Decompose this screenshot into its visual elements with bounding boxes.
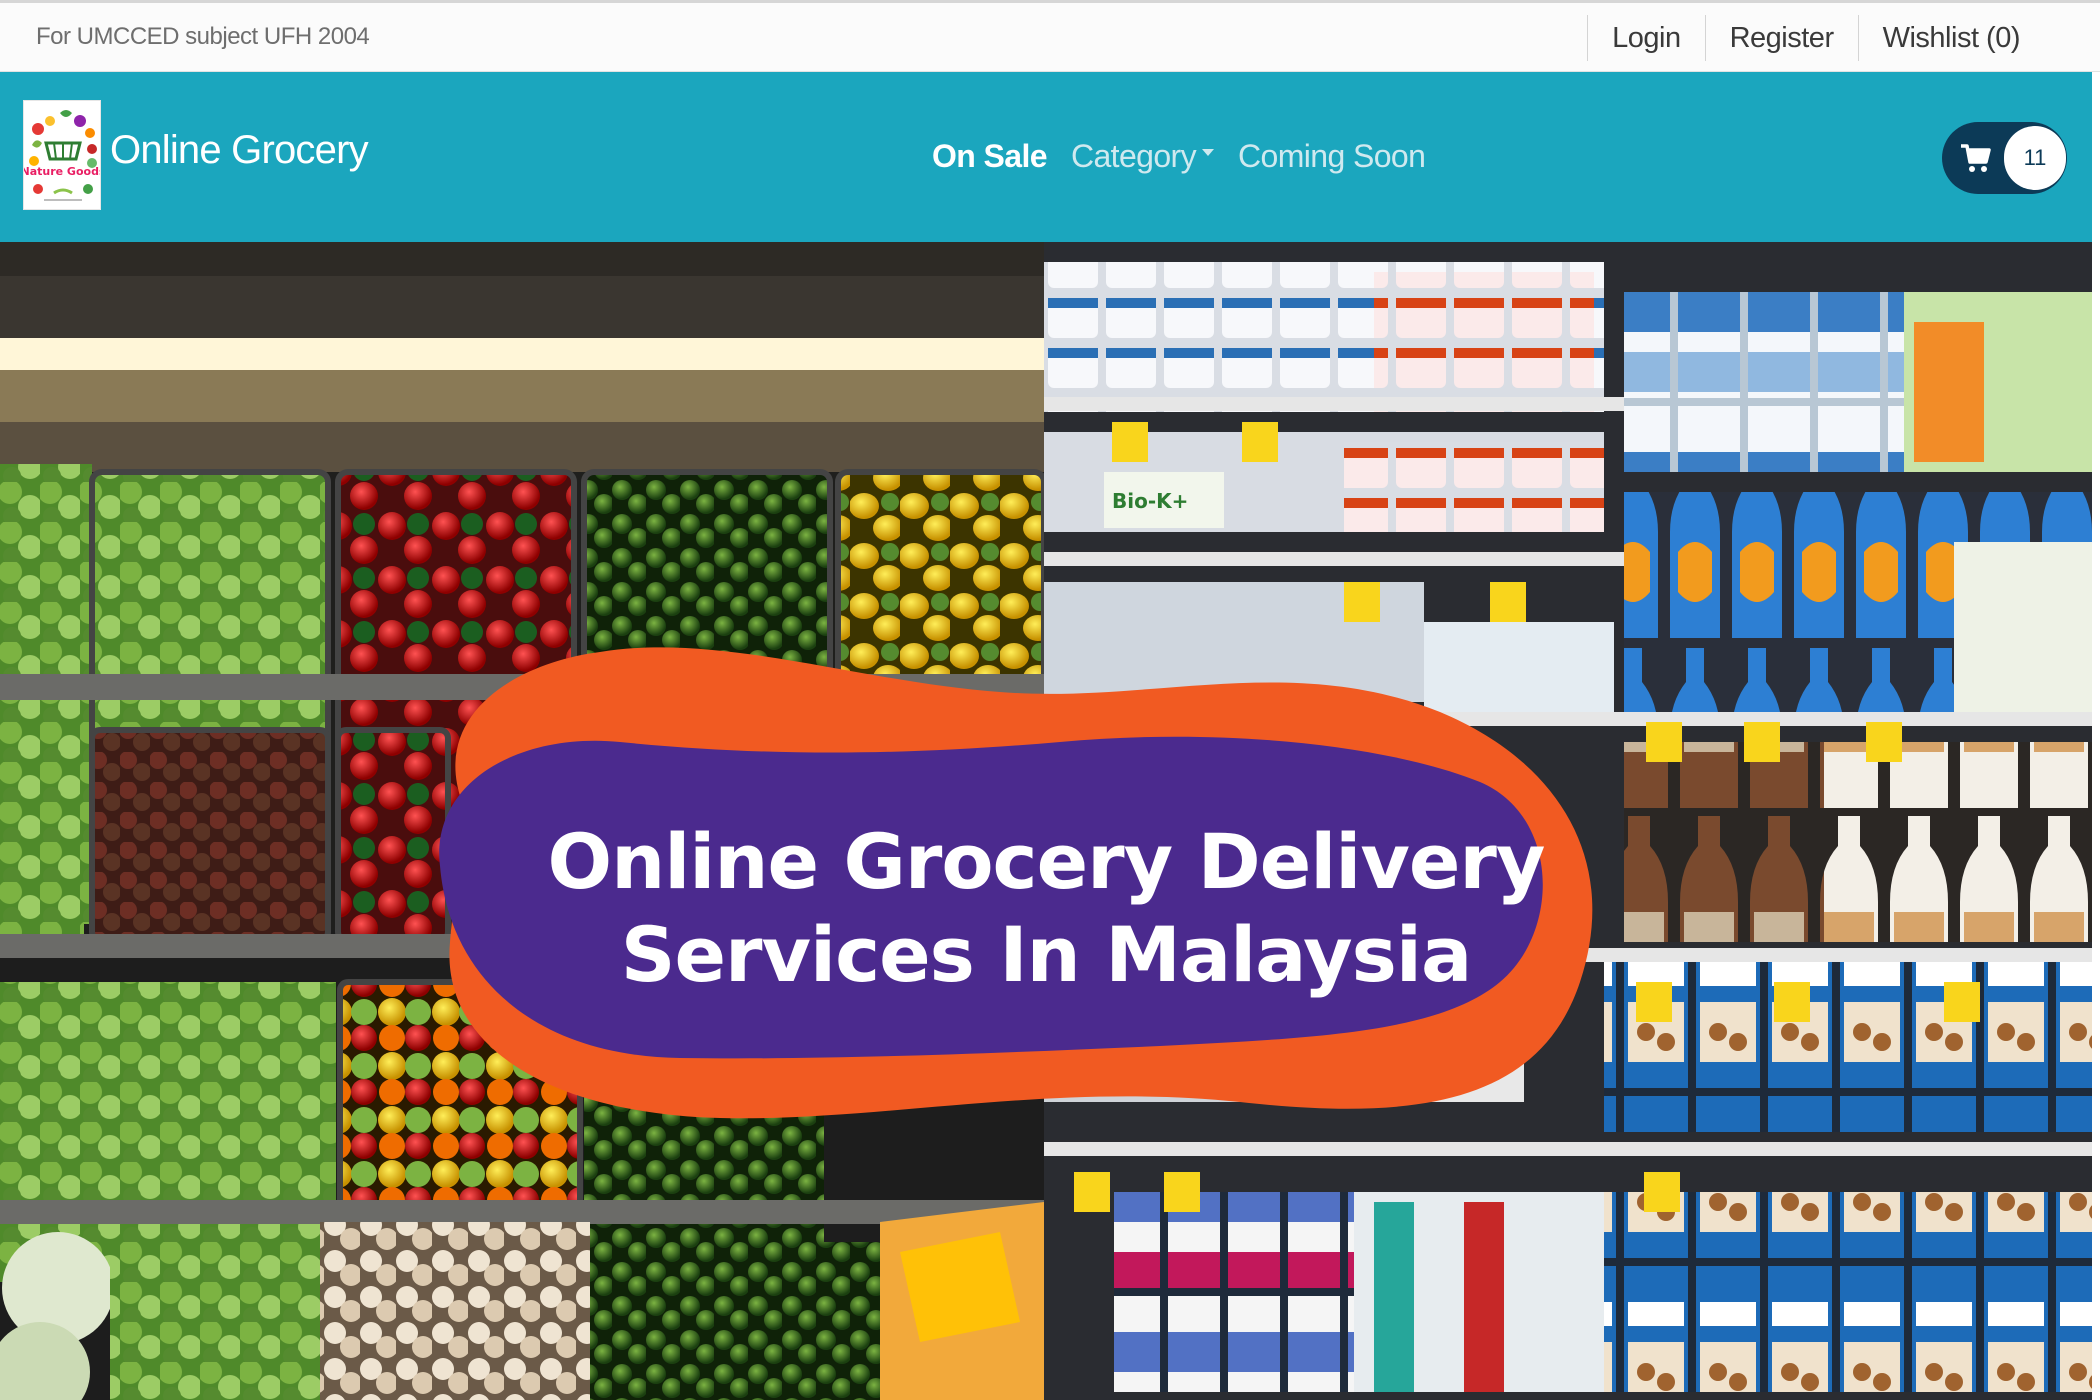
login-link[interactable]: Login [1587, 15, 1704, 61]
shopping-cart-icon [1961, 144, 1991, 172]
top-utility-bar: For UMCCED subject UFH 2004 Login Regist… [0, 0, 2100, 72]
cart-count-badge: 11 [2004, 126, 2066, 190]
cart-button[interactable]: 11 [1942, 122, 2067, 194]
headline-line-2: Services In Malaysia [620, 910, 1473, 999]
wishlist-link[interactable]: Wishlist (0) [1857, 15, 2044, 61]
main-menu: On Sale Category Coming Soon [932, 138, 1449, 175]
subject-note: For UMCCED subject UFH 2004 [36, 23, 370, 50]
headline-line-1: Online Grocery Delivery [547, 817, 1546, 906]
chevron-down-icon [1202, 149, 1215, 157]
menu-item-on-sale[interactable]: On Sale [932, 138, 1048, 175]
menu-item-category-label: Category [1070, 138, 1197, 174]
main-navbar: Nature Goods Online Grocery On Sale Cate… [0, 72, 2092, 242]
brand-name[interactable]: Online Grocery [110, 128, 369, 173]
nature-goods-logo-icon: Nature Goods [24, 101, 101, 209]
hero-banner: Bio-K+ Online Grocery Delivery Services … [0, 242, 2092, 1400]
account-links: Login Register Wishlist (0) [1587, 13, 2044, 63]
svg-text:Nature Goods: Nature Goods [24, 165, 101, 178]
menu-item-category[interactable]: Category [1070, 138, 1215, 175]
brand-logo[interactable]: Nature Goods [23, 100, 101, 210]
menu-item-coming-soon[interactable]: Coming Soon [1238, 138, 1426, 175]
register-link[interactable]: Register [1704, 15, 1858, 61]
